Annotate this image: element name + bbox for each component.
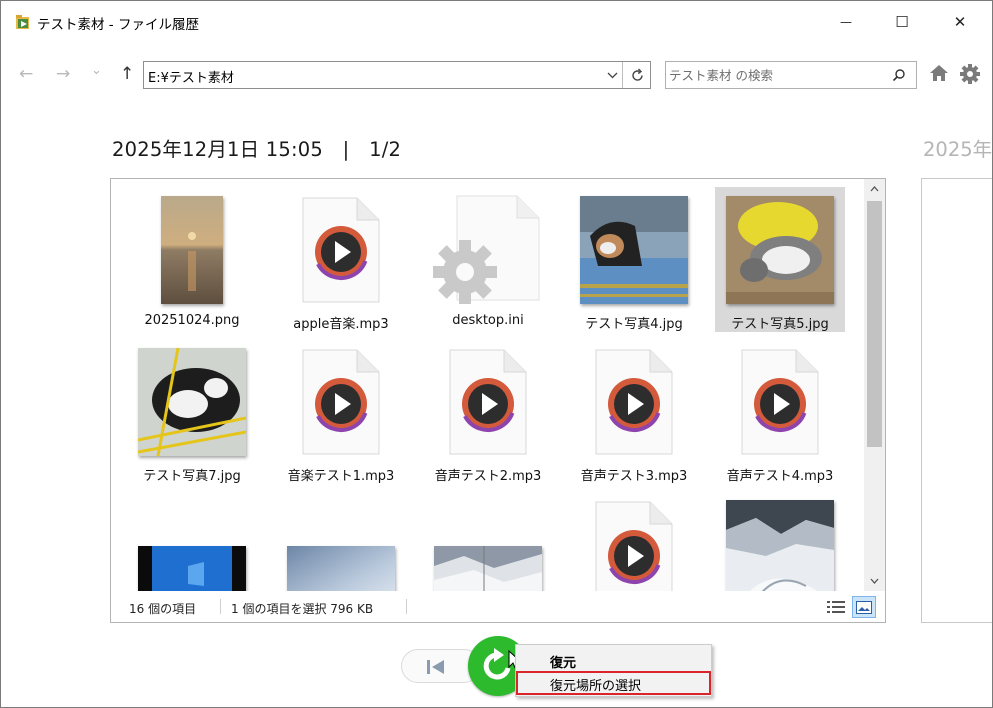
status-bar: 16 個の項目 1 個の項目を選択 796 KB	[111, 591, 885, 622]
file-item[interactable]: 音声テスト4.mp3	[715, 339, 845, 484]
forward-button[interactable]: →	[56, 64, 70, 84]
file-item[interactable]	[276, 491, 406, 591]
file-history-window: テスト素材 - ファイル履歴 — ☐ ✕ ← → ⌄ ↑ E:¥テスト素材 20…	[0, 0, 993, 708]
settings-file-icon	[433, 195, 540, 304]
file-item[interactable]	[423, 491, 553, 591]
file-list-pane: 20251024.png apple音楽.mp3 desktop.ini テスト…	[110, 178, 886, 623]
file-name: 音声テスト3.mp3	[580, 469, 688, 484]
file-grid: 20251024.png apple音楽.mp3 desktop.ini テスト…	[111, 179, 863, 591]
close-icon: ✕	[953, 13, 967, 31]
file-item[interactable]: テスト写真4.jpg	[569, 187, 699, 332]
file-name: 音楽テスト1.mp3	[287, 469, 395, 484]
file-item[interactable]: 音声テスト3.mp3	[569, 339, 699, 484]
file-name: テスト写真4.jpg	[585, 317, 683, 332]
photo-thumbnail	[580, 196, 688, 304]
file-item-selected[interactable]: テスト写真5.jpg	[715, 187, 845, 332]
details-view-button[interactable]	[824, 596, 848, 618]
recent-locations-icon[interactable]: ⌄	[91, 63, 102, 78]
photo-thumbnail	[138, 546, 246, 591]
maximize-icon: ☐	[895, 13, 909, 31]
skip-previous-icon	[427, 660, 444, 674]
file-name: 音声テスト4.mp3	[726, 469, 834, 484]
chevron-down-icon	[607, 72, 617, 78]
file-item[interactable]	[569, 491, 699, 591]
photo-thumbnail	[434, 546, 542, 591]
maximize-button[interactable]: ☐	[879, 1, 925, 43]
title-bar: テスト素材 - ファイル履歴 — ☐ ✕	[1, 1, 992, 43]
back-button[interactable]: ←	[19, 64, 33, 84]
search-icon[interactable]	[892, 68, 906, 82]
minimize-icon: —	[840, 15, 852, 29]
photo-thumbnail	[161, 196, 223, 304]
file-item[interactable]: desktop.ini	[423, 187, 553, 332]
status-divider	[220, 599, 221, 614]
settings-gear-icon[interactable]	[959, 63, 981, 85]
file-name: テスト写真5.jpg	[731, 317, 829, 332]
file-item[interactable]	[715, 491, 845, 591]
audio-file-icon	[302, 197, 380, 303]
large-icons-view-button[interactable]	[852, 596, 876, 618]
search-box[interactable]	[665, 61, 917, 89]
file-item[interactable]: テスト写真7.jpg	[127, 339, 257, 484]
address-dropdown-button[interactable]	[602, 62, 622, 88]
audio-file-icon	[741, 349, 819, 455]
menu-item-restore[interactable]: 復元	[516, 648, 711, 672]
refresh-icon	[631, 68, 643, 81]
file-item[interactable]: 音楽テスト1.mp3	[276, 339, 406, 484]
file-history-app-icon	[16, 15, 29, 29]
chevron-down-icon	[870, 578, 879, 584]
file-item[interactable]: 20251024.png	[127, 187, 257, 332]
address-bar[interactable]: E:¥テスト素材	[143, 61, 651, 89]
scroll-down-button[interactable]	[864, 573, 885, 589]
close-button[interactable]: ✕	[937, 1, 983, 43]
file-item[interactable]: apple音楽.mp3	[276, 187, 406, 332]
file-name: 20251024.png	[144, 313, 240, 328]
photo-thumbnail	[726, 500, 834, 591]
home-icon[interactable]	[929, 64, 949, 82]
file-item[interactable]	[127, 491, 257, 591]
details-view-icon	[827, 601, 845, 613]
file-item[interactable]: 音声テスト2.mp3	[423, 339, 553, 484]
audio-file-icon	[449, 349, 527, 455]
backup-date-title: 2025年12月1日 15:05 | 1/2	[112, 138, 402, 161]
audio-file-icon	[302, 349, 380, 455]
search-input[interactable]	[669, 65, 879, 85]
address-path: E:¥テスト素材	[148, 71, 234, 86]
file-name: 音声テスト2.mp3	[434, 469, 542, 484]
large-icons-view-icon	[856, 600, 872, 614]
photo-thumbnail	[726, 196, 834, 304]
scrollbar-thumb[interactable]	[867, 201, 882, 447]
audio-file-icon	[595, 349, 673, 455]
file-name: apple音楽.mp3	[293, 317, 389, 332]
restore-context-menu: 復元 復元場所の選択	[515, 644, 712, 697]
status-divider	[406, 599, 407, 614]
selection-info: 1 個の項目を選択 796 KB	[231, 602, 374, 616]
next-backup-date[interactable]: 2025年	[923, 133, 992, 162]
next-version-pane[interactable]	[921, 178, 992, 623]
photo-thumbnail	[287, 546, 395, 591]
file-name: desktop.ini	[452, 313, 524, 328]
menu-item-restore-to[interactable]: 復元場所の選択	[516, 671, 711, 695]
vertical-scrollbar[interactable]	[864, 179, 885, 591]
photo-thumbnail	[138, 348, 246, 456]
item-count: 16 個の項目	[129, 602, 197, 616]
refresh-button[interactable]	[622, 62, 651, 88]
chevron-up-icon	[870, 186, 879, 192]
up-button[interactable]: ↑	[120, 64, 134, 84]
window-title: テスト素材 - ファイル履歴	[37, 17, 199, 33]
audio-file-icon	[595, 501, 673, 591]
file-name: テスト写真7.jpg	[143, 469, 241, 484]
minimize-button[interactable]: —	[823, 1, 869, 43]
scroll-up-button[interactable]	[864, 181, 885, 197]
